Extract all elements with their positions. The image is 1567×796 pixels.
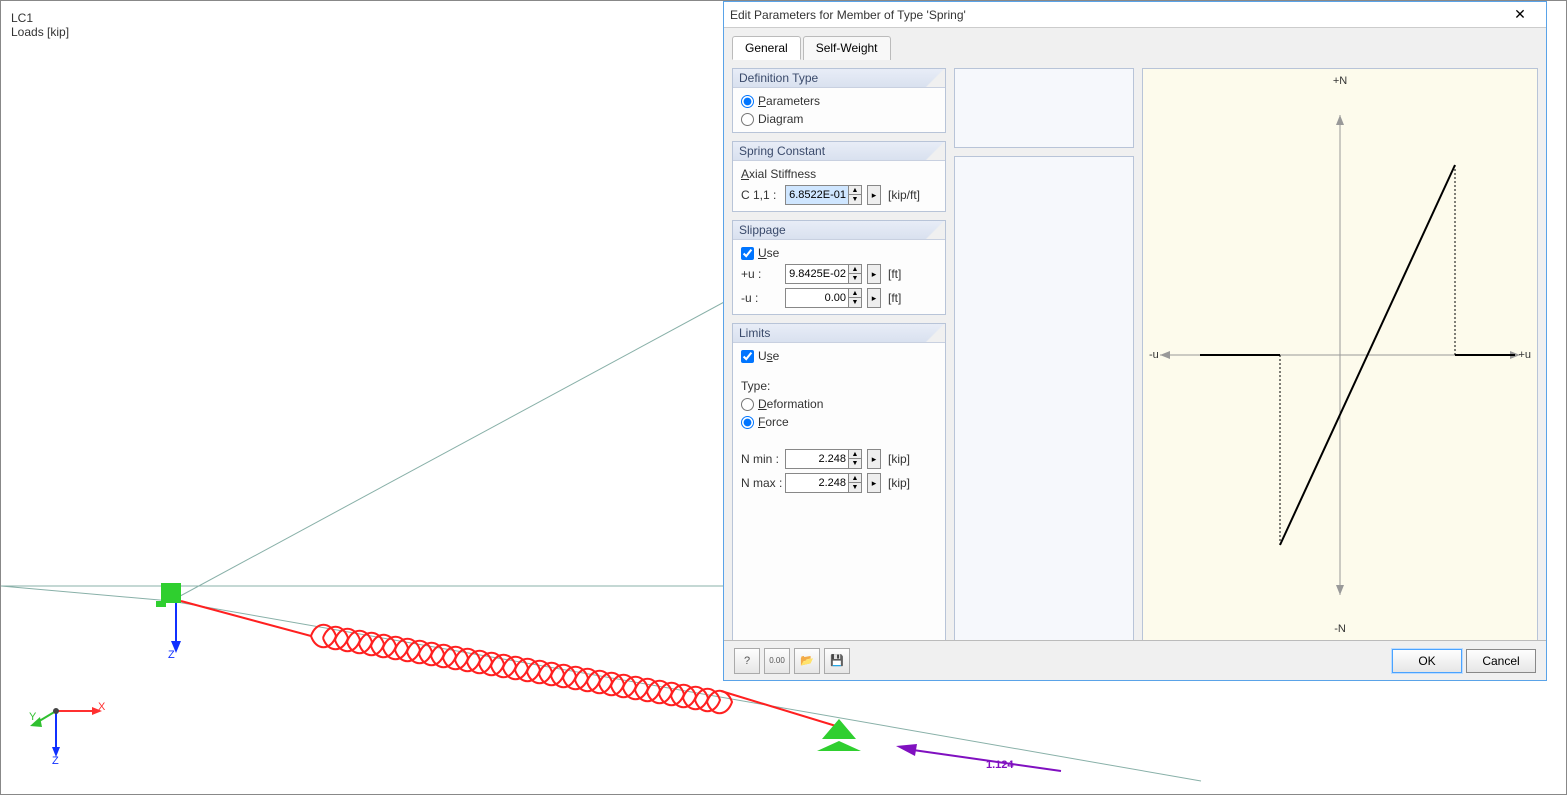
plus-u-label: +u : [741,267,781,281]
radio-deformation[interactable] [741,398,754,411]
spring-diagram [1150,95,1530,615]
group-header: Spring Constant [733,142,945,161]
nmax-input[interactable] [786,474,848,492]
mid-panel-fill [954,156,1134,642]
graph-minus-n: -N [1334,623,1346,635]
label-diagram: Diagram [758,112,803,126]
spin-down-icon[interactable]: ▼ [849,195,861,204]
local-z-label: Z [168,649,175,661]
minus-u-label: -u : [741,291,781,305]
group-header: Definition Type [733,69,945,88]
group-header: Slippage [733,221,945,240]
picker-icon[interactable]: ▸ [867,264,881,284]
group-header: Limits [733,324,945,343]
type-label: Type: [741,379,937,393]
dialog-title: Edit Parameters for Member of Type 'Spri… [730,8,1500,22]
save-icon[interactable]: 💾 [824,648,850,674]
dialog-titlebar[interactable]: Edit Parameters for Member of Type 'Spri… [724,2,1546,28]
spin-up-icon[interactable]: ▲ [849,265,861,274]
picker-icon[interactable]: ▸ [867,185,881,205]
axis-x-label: X [98,701,105,713]
spin-up-icon[interactable]: ▲ [849,289,861,298]
graph-minus-u: -u [1149,349,1159,361]
dialog-footer: ? 0.00 📂 💾 OK Cancel [724,640,1546,680]
radio-force[interactable] [741,416,754,429]
minus-u-input[interactable] [786,289,848,307]
mid-panel-top [954,68,1134,148]
ok-button[interactable]: OK [1392,649,1462,673]
check-limits-use[interactable] [741,350,754,363]
picker-icon[interactable]: ▸ [867,288,881,308]
minus-u-unit: [ft] [888,291,901,305]
c11-unit: [kip/ft] [888,188,920,202]
spring-diagram-panel: +N -N +u -u [1142,68,1538,642]
label-force: Force [758,415,789,429]
axial-stiffness-label: Axial Stiffness [741,167,937,181]
label-slippage-use: Use [758,246,779,260]
help-icon[interactable]: ? [734,648,760,674]
picker-icon[interactable]: ▸ [867,449,881,469]
graph-plus-u: +u [1518,349,1531,361]
graph-plus-n: +N [1333,75,1347,87]
c11-input[interactable] [786,186,848,204]
nmin-label: N min : [741,452,781,466]
tab-general[interactable]: General [732,36,801,60]
spin-down-icon[interactable]: ▼ [849,274,861,283]
radio-parameters[interactable] [741,95,754,108]
plus-u-unit: [ft] [888,267,901,281]
label-parameters: Parameters [758,94,820,108]
tab-strip: General Self-Weight [724,28,1546,60]
spin-down-icon[interactable]: ▼ [849,483,861,492]
nmin-input[interactable] [786,450,848,468]
units-icon[interactable]: 0.00 [764,648,790,674]
spin-down-icon[interactable]: ▼ [849,298,861,307]
c11-input-wrap: ▲▼ [785,185,862,205]
picker-icon[interactable]: ▸ [867,473,881,493]
group-limits: Limits Use Type: Deformation Force N min… [732,323,946,642]
spin-up-icon[interactable]: ▲ [849,186,861,195]
nmax-unit: [kip] [888,476,910,490]
label-limits-use: Use [758,349,779,363]
group-spring-constant: Spring Constant Axial Stiffness C 1,1 : … [732,141,946,212]
group-definition-type: Definition Type ParametersParameters Dia… [732,68,946,133]
spin-down-icon[interactable]: ▼ [849,459,861,468]
close-icon[interactable]: ✕ [1500,6,1540,23]
tab-self-weight[interactable]: Self-Weight [803,36,891,60]
spin-up-icon[interactable]: ▲ [849,474,861,483]
axis-y-label: Y [29,711,36,723]
load-value-label: 1.124 [986,759,1014,771]
label-deformation: Deformation [758,397,823,411]
plus-u-input[interactable] [786,265,848,283]
axis-z-label: Z [52,755,59,767]
nmax-label: N max : [741,476,781,490]
radio-diagram[interactable] [741,113,754,126]
group-slippage: Slippage Use +u : ▲▼ ▸ [ft] -u : ▲▼ ▸ [f… [732,220,946,315]
spin-up-icon[interactable]: ▲ [849,450,861,459]
edit-spring-dialog: Edit Parameters for Member of Type 'Spri… [723,1,1547,681]
nmin-unit: [kip] [888,452,910,466]
cancel-button[interactable]: Cancel [1466,649,1536,673]
open-icon[interactable]: 📂 [794,648,820,674]
check-slippage-use[interactable] [741,247,754,260]
c11-label: C 1,1 : [741,188,781,202]
